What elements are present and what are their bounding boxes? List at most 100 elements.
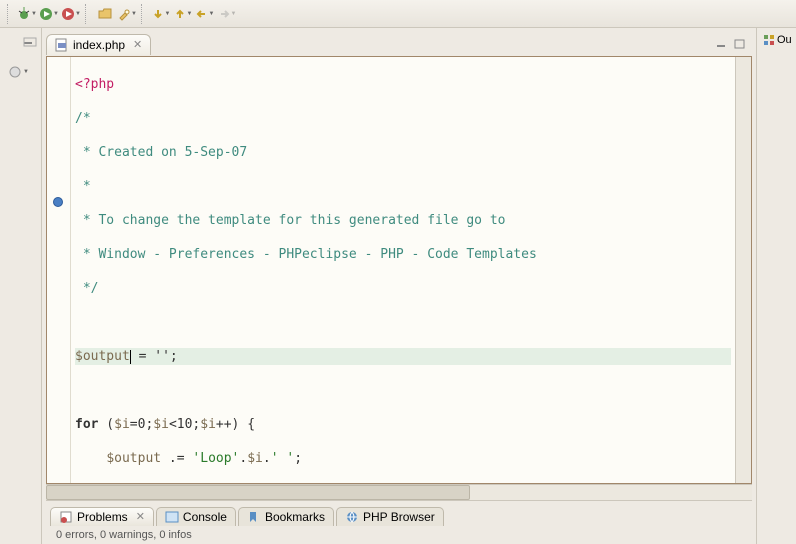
code-token: =0;	[130, 417, 153, 432]
vertical-scrollbar[interactable]	[735, 57, 751, 483]
code-token: (	[98, 417, 114, 432]
code-token: * Window - Preferences - PHPeclipse - PH…	[75, 247, 537, 262]
scrollbar-thumb[interactable]	[46, 485, 470, 500]
outline-view-stub[interactable]: Ou	[757, 34, 796, 46]
code-token: .=	[161, 451, 192, 466]
left-view-icon[interactable]: ▼	[0, 62, 41, 82]
code-token: <?php	[75, 77, 114, 92]
minimize-editor-button[interactable]	[714, 37, 730, 51]
console-icon	[165, 510, 179, 524]
minimize-icon	[716, 39, 728, 49]
tab-label: Problems	[77, 510, 128, 524]
debug-button[interactable]: ▼	[17, 4, 37, 24]
tab-php-browser[interactable]: PHP Browser	[336, 507, 444, 526]
maximize-icon	[734, 39, 746, 49]
code-token: $output	[75, 349, 130, 364]
code-token	[75, 451, 106, 466]
tab-label: Console	[183, 510, 227, 524]
editor-region: index.php ✕ <?php /* * Created on 5-Sep-…	[42, 28, 756, 544]
main-toolbar: ▼ ▼ ▼ ▼ ▼ ▼ ▼ ▼	[0, 0, 796, 28]
breakpoint-marker[interactable]	[53, 197, 63, 207]
code-token: <10;	[169, 417, 200, 432]
code-token: $i	[200, 417, 216, 432]
bookmarks-icon	[247, 510, 261, 524]
editor-tab-label: index.php	[73, 38, 125, 52]
code-token: = '';	[131, 349, 178, 364]
code-token: for	[75, 417, 98, 432]
code-token: /*	[75, 111, 91, 126]
editor-tabs: index.php ✕	[46, 32, 752, 56]
run-button[interactable]: ▼	[39, 4, 59, 24]
open-button[interactable]	[95, 4, 115, 24]
code-token: .	[263, 451, 271, 466]
code-token: * To change the template for this genera…	[75, 213, 505, 228]
current-line: $output = '';	[75, 348, 731, 365]
code-token: 'Loop'	[192, 451, 239, 466]
editor-tab-controls	[714, 37, 752, 51]
dropdown-arrow-icon: ▼	[53, 11, 59, 17]
tab-label: Bookmarks	[265, 510, 325, 524]
dropdown-arrow-icon: ▼	[75, 11, 81, 17]
left-panel: ▼	[0, 28, 42, 544]
code-token: $i	[114, 417, 130, 432]
code-token: ;	[294, 451, 302, 466]
code-token: *	[75, 179, 91, 194]
prev-annotation-button[interactable]: ▼	[173, 4, 193, 24]
ext-run-button[interactable]: ▼	[61, 4, 81, 24]
minimize-icon	[23, 37, 37, 47]
close-tab-button[interactable]: ✕	[133, 38, 142, 51]
forward-button[interactable]: ▼	[217, 4, 237, 24]
search-button[interactable]: ▼	[117, 4, 137, 24]
close-tab-button[interactable]: ✕	[136, 510, 145, 523]
outline-stub-icon	[8, 65, 22, 79]
toolbar-separator	[85, 4, 91, 24]
dropdown-arrow-icon: ▼	[187, 11, 193, 17]
dropdown-arrow-icon: ▼	[31, 11, 37, 17]
back-button[interactable]: ▼	[195, 4, 215, 24]
problems-icon	[59, 510, 73, 524]
code-token: */	[75, 281, 98, 296]
bottom-tab-strip: Problems ✕ Console Bookmarks PHP Browser	[50, 505, 748, 527]
horizontal-scrollbar[interactable]	[46, 484, 752, 500]
ext-run-icon	[61, 7, 74, 21]
right-panel: Ou	[756, 28, 796, 544]
next-annotation-button[interactable]: ▼	[151, 4, 171, 24]
outline-icon	[763, 34, 775, 46]
dropdown-arrow-icon: ▼	[131, 11, 137, 17]
editor-tab-index-php[interactable]: index.php ✕	[46, 34, 151, 55]
forward-arrow-icon	[218, 8, 230, 20]
code-token: ' '	[271, 451, 294, 466]
folder-icon	[98, 7, 112, 21]
tab-problems[interactable]: Problems ✕	[50, 507, 154, 526]
code-token: $i	[153, 417, 169, 432]
toolbar-separator	[7, 4, 13, 24]
maximize-editor-button[interactable]	[732, 37, 748, 51]
code-area[interactable]: <?php /* * Created on 5-Sep-07 * * To ch…	[71, 57, 735, 483]
bug-icon	[17, 7, 30, 21]
dropdown-arrow-icon: ▼	[209, 11, 215, 17]
globe-icon	[345, 510, 359, 524]
dropdown-arrow-icon: ▼	[23, 69, 29, 75]
code-token: ++) {	[216, 417, 255, 432]
editor-frame: <?php /* * Created on 5-Sep-07 * * To ch…	[46, 56, 752, 484]
play-icon	[39, 7, 52, 21]
dropdown-arrow-icon: ▼	[165, 11, 171, 17]
flashlight-icon	[117, 7, 130, 21]
code-token: * Created on 5-Sep-07	[75, 145, 247, 160]
toolbar-separator	[141, 4, 147, 24]
main-area: ▼ index.php ✕ <?php /* * Created on 5-Se…	[0, 28, 796, 544]
tab-console[interactable]: Console	[156, 507, 236, 526]
editor-gutter[interactable]	[47, 57, 71, 483]
tab-bookmarks[interactable]: Bookmarks	[238, 507, 334, 526]
bottom-views: Problems ✕ Console Bookmarks PHP Browser…	[46, 500, 752, 540]
code-token: $i	[247, 451, 263, 466]
down-arrow-icon	[152, 8, 164, 20]
back-arrow-icon	[196, 8, 208, 20]
outline-label: Ou	[777, 34, 792, 46]
problems-status: 0 errors, 0 warnings, 0 infos	[50, 527, 748, 543]
dropdown-arrow-icon: ▼	[231, 11, 237, 17]
up-arrow-icon	[174, 8, 186, 20]
minimize-left-button[interactable]	[0, 32, 41, 52]
code-token: $output	[106, 451, 161, 466]
tab-label: PHP Browser	[363, 510, 435, 524]
